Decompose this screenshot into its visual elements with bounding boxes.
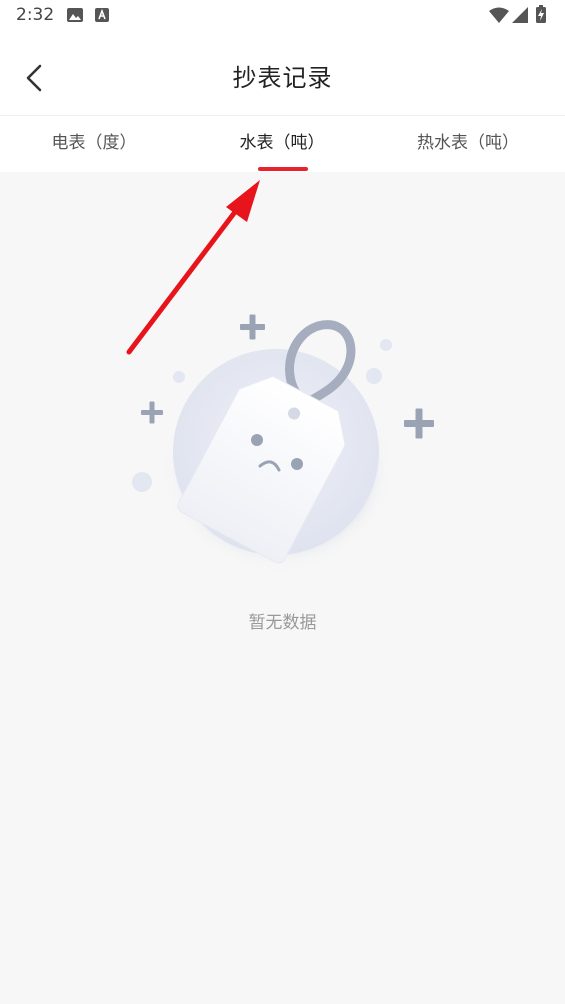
- tab-water-meter[interactable]: 水表（吨）: [188, 116, 376, 172]
- cell-signal-icon: [512, 7, 528, 23]
- wifi-icon: [489, 7, 509, 23]
- tab-electricity-meter[interactable]: 电表（度）: [0, 116, 188, 172]
- status-time: 2:32: [16, 5, 55, 25]
- keyboard-a-icon: [95, 8, 109, 22]
- app-header: 抄表记录: [0, 32, 565, 116]
- battery-charging-icon: [536, 5, 546, 23]
- tab-hot-water-meter[interactable]: 热水表（吨）: [374, 116, 562, 172]
- empty-state-message: 暂无数据: [248, 613, 317, 633]
- page-title: 抄表记录: [232, 64, 333, 92]
- sad-tag-icon: [132, 314, 434, 564]
- image-icon: [67, 8, 83, 22]
- meter-tabs: 电表（度） 水表（吨） 热水表（吨）: [0, 116, 565, 172]
- active-tab-indicator: [258, 167, 308, 171]
- status-bar: 2:32: [0, 0, 565, 32]
